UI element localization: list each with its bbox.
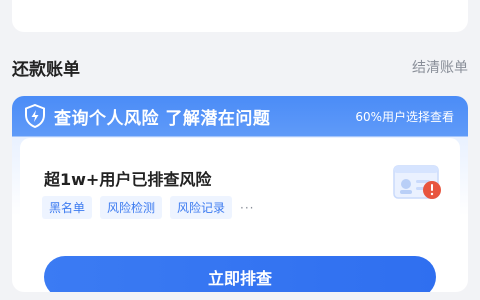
- check-now-button[interactable]: 立即排查: [44, 256, 436, 292]
- risk-content-panel: 超1w+用户已排查风险 黑名单 风险检测 风险记录 ··· 立即排查: [20, 138, 460, 292]
- tag-risk-detection: 风险检测: [100, 196, 163, 219]
- risk-headline: 超1w+用户已排查风险: [44, 170, 212, 189]
- tags-more: ···: [240, 200, 255, 215]
- tag-risk-record: 风险记录: [170, 196, 233, 219]
- banner-hint: 60%用户选择查看: [355, 110, 454, 124]
- risk-banner: 查询个人风险 了解潜在问题 60%用户选择查看: [12, 96, 468, 136]
- banner-title: 查询个人风险 了解潜在问题: [54, 108, 271, 129]
- previous-card: [12, 0, 468, 32]
- page: 还款账单 结清账单 查询个人风险 了解潜在问题 60%用户选择查看 超1w+用户…: [0, 0, 480, 300]
- section-title: 还款账单: [12, 59, 80, 80]
- settled-bills-link[interactable]: 结清账单: [412, 57, 468, 77]
- id-card-alert-icon: [393, 165, 441, 199]
- bill-section-header: 还款账单 结清账单: [12, 54, 468, 80]
- risk-tags: 黑名单 风险检测 风险记录 ···: [42, 196, 255, 219]
- risk-check-card: 查询个人风险 了解潜在问题 60%用户选择查看 超1w+用户已排查风险 黑名单 …: [12, 96, 468, 292]
- shield-lightning-icon: [25, 104, 45, 128]
- tag-blacklist: 黑名单: [42, 196, 93, 219]
